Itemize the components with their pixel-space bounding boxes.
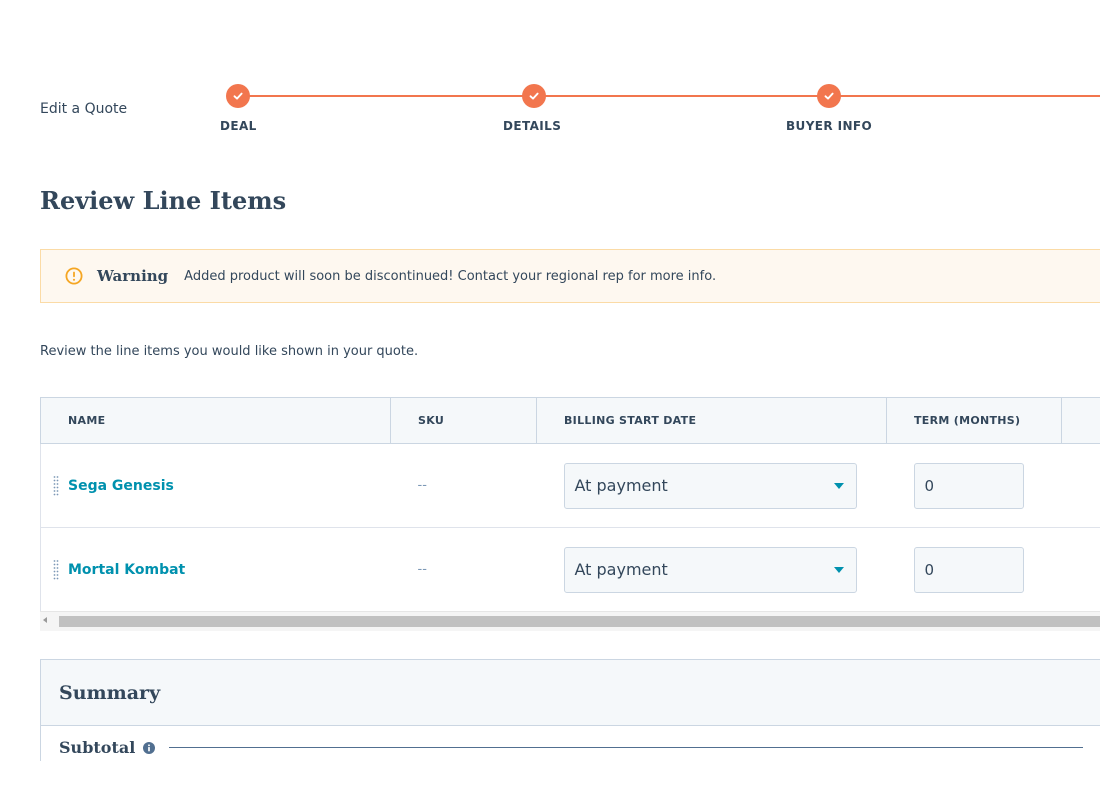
drag-handle-icon[interactable] bbox=[53, 558, 59, 582]
warning-alert: Warning Added product will soon be disco… bbox=[40, 249, 1100, 303]
step-label: DEAL bbox=[220, 119, 257, 133]
intro-text: Review the line items you would like sho… bbox=[40, 344, 419, 359]
scrollbar-thumb[interactable] bbox=[59, 616, 1100, 627]
subtotal-row: Subtotal bbox=[59, 738, 1083, 757]
table-row: Mortal Kombat -- At payment bbox=[40, 527, 1100, 612]
step-complete-indicator bbox=[226, 84, 250, 108]
subtotal-label: Subtotal bbox=[59, 738, 136, 757]
line-items-table: NAME SKU BILLING START DATE TERM (MONTHS… bbox=[40, 397, 1100, 612]
drag-handle-icon[interactable] bbox=[53, 474, 59, 498]
term-input[interactable] bbox=[913, 462, 1024, 509]
edit-quote-title: Edit a Quote bbox=[40, 101, 128, 117]
summary-title: Summary bbox=[59, 681, 161, 704]
alert-message: Added product will soon be discontinued!… bbox=[184, 268, 717, 284]
warning-circle-icon bbox=[65, 267, 83, 285]
term-cell bbox=[886, 527, 1062, 612]
extra-cell bbox=[1061, 527, 1100, 612]
billing-start-value: At payment bbox=[574, 560, 668, 579]
step-complete-indicator bbox=[522, 84, 546, 108]
billing-start-select[interactable]: At payment bbox=[563, 462, 857, 509]
column-header-extra bbox=[1061, 397, 1100, 444]
column-header-sku[interactable]: SKU bbox=[390, 397, 537, 444]
horizontal-scrollbar[interactable] bbox=[40, 611, 1100, 631]
check-icon bbox=[233, 92, 243, 100]
quote-editor-page: Edit a Quote DEAL DETAILS BUYER INFO Rev… bbox=[0, 0, 1100, 800]
billing-start-value: At payment bbox=[574, 476, 668, 495]
billing-start-cell: At payment bbox=[536, 527, 887, 612]
product-link[interactable]: Mortal Kombat bbox=[68, 562, 185, 578]
step-complete-indicator bbox=[817, 84, 841, 108]
extra-cell bbox=[1061, 443, 1100, 528]
billing-start-select[interactable]: At payment bbox=[563, 546, 857, 593]
check-icon bbox=[824, 92, 834, 100]
step-label: DETAILS bbox=[503, 119, 562, 133]
column-header-billing-start-date[interactable]: BILLING START DATE bbox=[536, 397, 887, 444]
viewport-bottom-edge bbox=[0, 761, 1100, 800]
term-cell bbox=[886, 443, 1062, 528]
table-header-row: NAME SKU BILLING START DATE TERM (MONTHS… bbox=[40, 397, 1100, 444]
sku-cell: -- bbox=[390, 443, 537, 528]
check-icon bbox=[529, 92, 539, 100]
step-label: BUYER INFO bbox=[786, 119, 873, 133]
scroll-left-arrow-icon[interactable] bbox=[43, 617, 47, 623]
page-title: Review Line Items bbox=[40, 186, 287, 215]
alert-title: Warning bbox=[97, 267, 169, 285]
billing-start-cell: At payment bbox=[536, 443, 887, 528]
column-header-term[interactable]: TERM (MONTHS) bbox=[886, 397, 1062, 444]
column-header-name[interactable]: NAME bbox=[40, 397, 391, 444]
subtotal-divider bbox=[169, 747, 1083, 748]
sku-cell: -- bbox=[390, 527, 537, 612]
table-row: Sega Genesis -- At payment bbox=[40, 443, 1100, 528]
term-input[interactable] bbox=[913, 546, 1024, 593]
product-link[interactable]: Sega Genesis bbox=[68, 478, 174, 494]
line-items-table-container: NAME SKU BILLING START DATE TERM (MONTHS… bbox=[40, 397, 1100, 632]
stepper-progress-line bbox=[238, 95, 1100, 97]
caret-down-icon bbox=[833, 482, 844, 489]
info-icon[interactable] bbox=[143, 741, 156, 754]
name-cell: Sega Genesis bbox=[40, 443, 391, 528]
summary-header: Summary bbox=[41, 660, 1100, 726]
caret-down-icon bbox=[833, 566, 844, 573]
name-cell: Mortal Kombat bbox=[40, 527, 391, 612]
